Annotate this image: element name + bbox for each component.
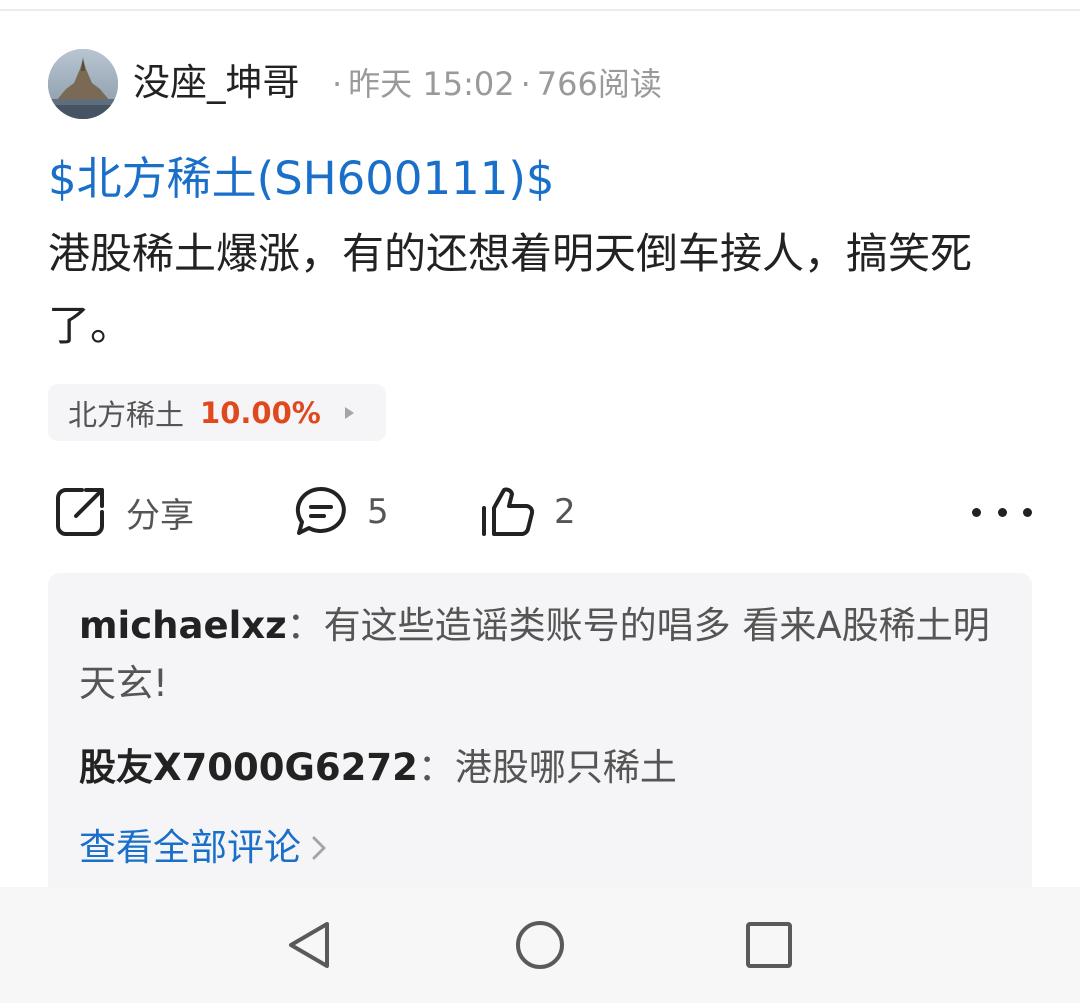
share-label: 分享 (126, 495, 194, 536)
top-divider (0, 0, 1080, 11)
meta-dot: · (332, 65, 343, 103)
more-icon (972, 507, 981, 517)
comment-icon (295, 486, 346, 535)
more-button[interactable] (972, 480, 1032, 544)
comment-text: 港股哪只稀土 (454, 746, 677, 789)
avatar[interactable] (48, 49, 118, 119)
like-button[interactable]: 2 (480, 480, 576, 544)
more-icon (1023, 507, 1032, 517)
more-icon (997, 507, 1007, 517)
meta-dot: · (520, 65, 531, 103)
action-bar: 分享 5 2 (0, 480, 1080, 544)
read-count: 766阅读 (536, 65, 662, 103)
view-all-comments-link[interactable]: 查看全部评论 (79, 819, 327, 877)
comment-user[interactable]: 股友X7000G6272 (79, 746, 418, 789)
share-button[interactable]: 分享 (52, 480, 194, 544)
post-text: 港股稀土爆涨，有的还想着明天倒车接人，搞笑死了。 (48, 229, 973, 350)
like-count: 2 (554, 492, 576, 532)
view-all-label: 查看全部评论 (79, 826, 301, 869)
chevron-right-icon (312, 836, 326, 860)
comment-user[interactable]: michaelxz (79, 604, 287, 647)
comment-count: 5 (367, 492, 389, 532)
author-name[interactable]: 没座_坤哥 (133, 57, 300, 109)
like-icon (482, 487, 535, 536)
nav-back-icon[interactable] (281, 915, 341, 975)
stock-link[interactable]: $北方稀土(SH600111)$ (48, 148, 555, 210)
chip-stock-name: 北方稀土 (68, 397, 185, 432)
comment-separator: ： (286, 604, 324, 647)
stock-chip[interactable]: 北方稀土 10.00% (48, 384, 386, 441)
share-icon (56, 488, 104, 536)
comment-button[interactable]: 5 (293, 480, 389, 544)
nav-home-icon[interactable] (510, 915, 570, 975)
avatar-image (48, 49, 118, 119)
comment-item[interactable]: michaelxz：有这些造谣类账号的唱多 看来A股稀土明天玄! (79, 597, 999, 713)
comment-item[interactable]: 股友X7000G6272：港股哪只稀土 (79, 739, 999, 797)
nav-recents-icon[interactable] (739, 915, 799, 975)
chip-stock-change: 10.00% (200, 395, 321, 430)
post-meta: · 昨天 15:02 · 766阅读 (326, 62, 662, 106)
post-time: 昨天 15:02 (348, 65, 515, 103)
comment-separator: ： (417, 746, 455, 789)
comments-panel: michaelxz：有这些造谣类账号的唱多 看来A股稀土明天玄! 股友X7000… (48, 573, 1032, 893)
chevron-right-icon (344, 406, 354, 419)
system-nav-bar (0, 887, 1080, 1003)
